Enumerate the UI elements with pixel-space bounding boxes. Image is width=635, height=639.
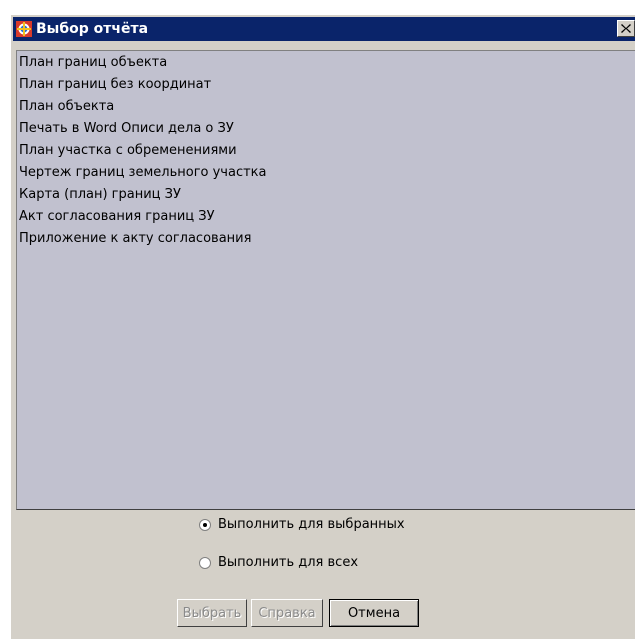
run-all-label: Выполнить для всех: [218, 555, 359, 570]
help-button[interactable]: Справка: [251, 599, 323, 627]
report-list-item[interactable]: План границ объекта: [17, 52, 635, 74]
report-list-item[interactable]: Приложение к акту согласования: [17, 228, 635, 250]
report-list-item[interactable]: Печать в Word Описи дела о ЗУ: [17, 118, 635, 140]
radio-checked-icon[interactable]: [199, 518, 211, 531]
cancel-button[interactable]: Отмена: [329, 599, 419, 627]
window-title: Выбор отчёта: [36, 21, 149, 37]
report-list-item[interactable]: План объекта: [17, 96, 635, 118]
select-button[interactable]: Выбрать: [177, 599, 247, 627]
run-all-option[interactable]: Выполнить для всех: [199, 555, 358, 570]
close-button[interactable]: [617, 20, 635, 37]
report-list-item[interactable]: Карта (план) границ ЗУ: [17, 184, 635, 206]
report-list[interactable]: План границ объекта План границ без коор…: [16, 50, 635, 510]
title-bar[interactable]: Выбор отчёта: [13, 17, 635, 41]
run-selected-option[interactable]: Выполнить для выбранных: [199, 517, 405, 532]
report-list-item[interactable]: Чертеж границ земельного участка: [17, 162, 635, 184]
report-list-item[interactable]: План участка с обременениями: [17, 140, 635, 162]
report-select-dialog: Выбор отчёта План границ объекта План гр…: [10, 14, 635, 639]
close-icon: [621, 24, 631, 33]
radio-unchecked-icon[interactable]: [199, 556, 211, 569]
report-list-item[interactable]: Акт согласования границ ЗУ: [17, 206, 635, 228]
report-list-item[interactable]: План границ без координат: [17, 74, 635, 96]
app-icon: [16, 21, 32, 37]
run-selected-label: Выполнить для выбранных: [218, 517, 405, 532]
